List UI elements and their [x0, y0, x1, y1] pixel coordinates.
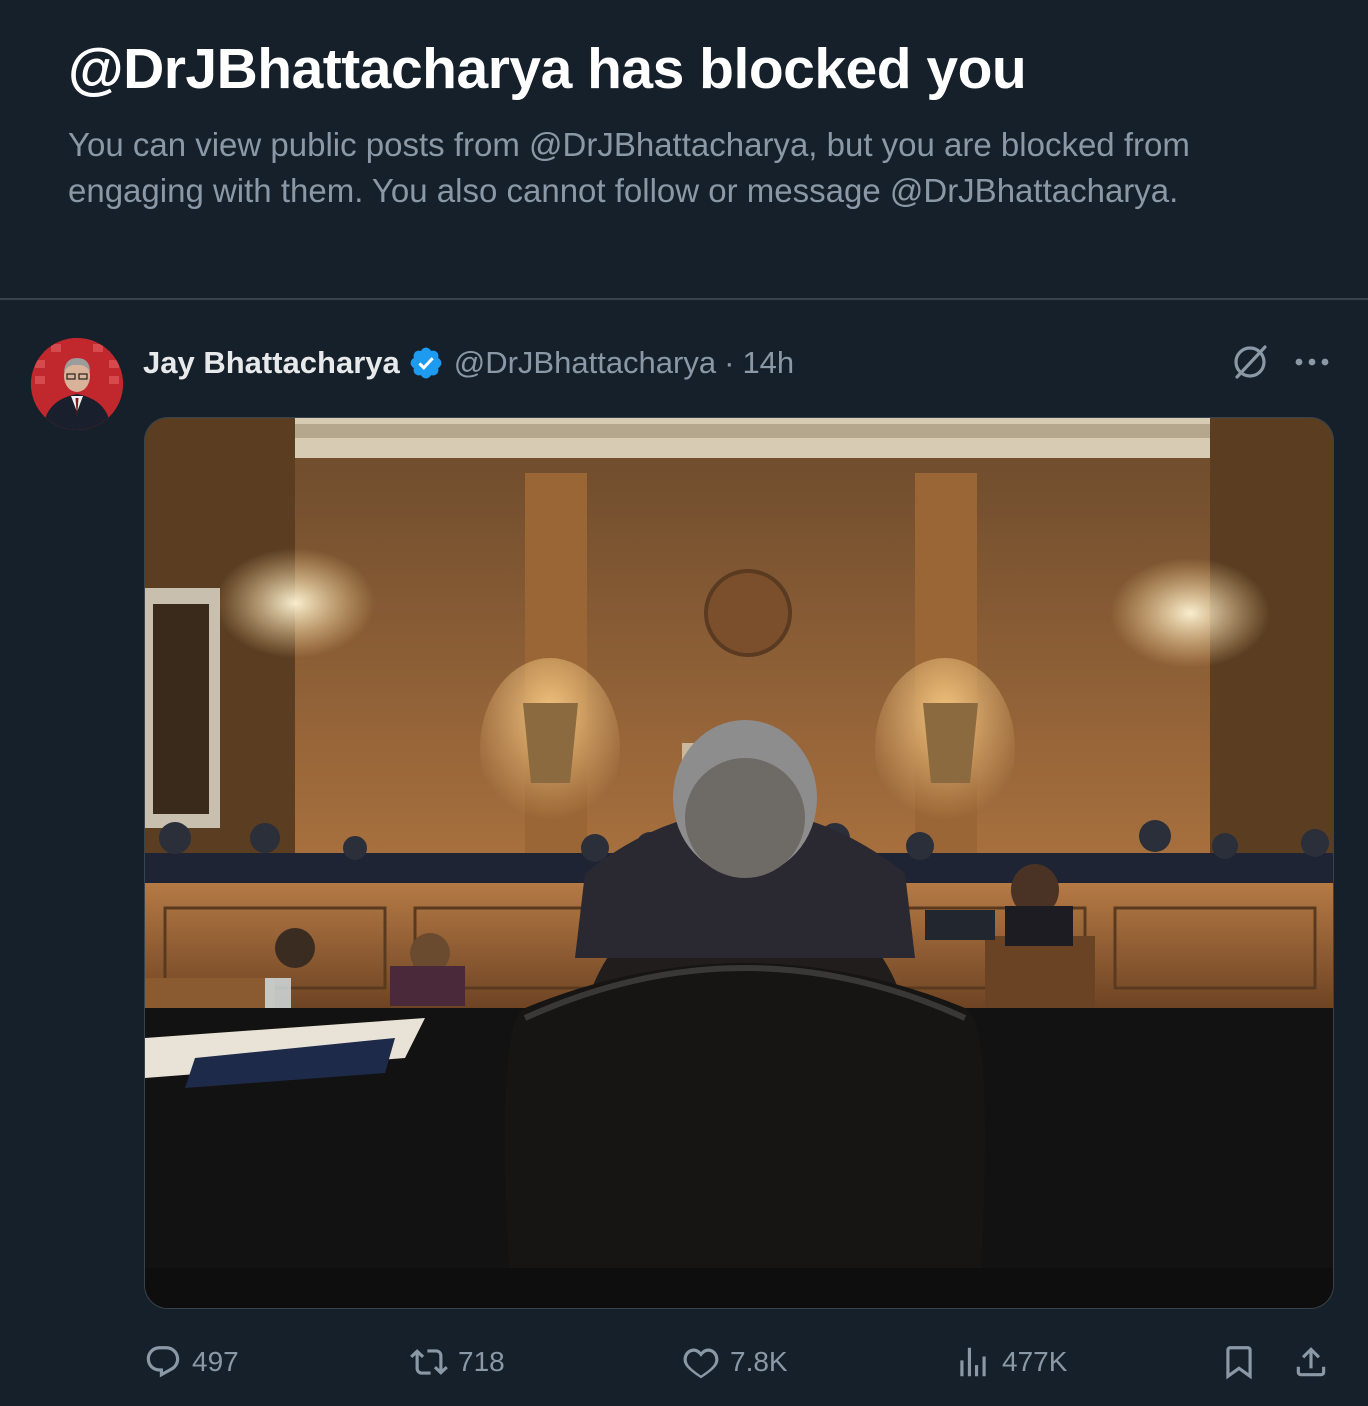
- verified-badge-icon: [410, 347, 442, 379]
- views-count: 477K: [1002, 1346, 1068, 1377]
- post-timestamp[interactable]: 14h: [742, 345, 794, 381]
- blocked-banner: @DrJBhattacharya has blocked you You can…: [68, 30, 1308, 214]
- grok-icon: [1234, 345, 1267, 379]
- like-count: 7.8K: [730, 1346, 788, 1377]
- repost-count: 718: [458, 1346, 505, 1377]
- separator-dot: ·: [724, 345, 735, 380]
- reply-icon: [146, 1346, 180, 1378]
- share-button[interactable]: [1292, 1340, 1330, 1384]
- bookmark-button[interactable]: [1220, 1340, 1258, 1384]
- like-icon: [683, 1348, 719, 1379]
- action-bar: 497 718 7.8K 477K: [0, 1340, 1368, 1384]
- author-name[interactable]: Jay Bhattacharya: [143, 345, 400, 381]
- bookmark-icon: [1226, 1346, 1252, 1380]
- grok-button[interactable]: [1226, 338, 1274, 386]
- views-button[interactable]: 477K: [954, 1340, 1067, 1384]
- blocked-title: @DrJBhattacharya has blocked you: [68, 37, 1027, 101]
- post[interactable]: Jay Bhattacharya @DrJBhattacharya · 14h: [0, 300, 1368, 1406]
- like-button[interactable]: 7.8K: [682, 1340, 788, 1384]
- more-icon: [1295, 358, 1329, 366]
- post-header: Jay Bhattacharya @DrJBhattacharya · 14h: [143, 340, 794, 386]
- share-icon: [1296, 1347, 1326, 1377]
- repost-icon: [410, 1349, 448, 1375]
- reply-count: 497: [192, 1346, 239, 1377]
- avatar[interactable]: [31, 338, 123, 430]
- more-button[interactable]: [1290, 340, 1334, 384]
- reply-button[interactable]: 497: [144, 1340, 239, 1384]
- views-icon: [960, 1347, 986, 1377]
- author-handle[interactable]: @DrJBhattacharya: [454, 345, 716, 381]
- blocked-description: You can view public posts from @DrJBhatt…: [68, 126, 1190, 209]
- hearing-room-photo: [145, 418, 1333, 1308]
- repost-button[interactable]: 718: [410, 1340, 505, 1384]
- post-image[interactable]: [144, 417, 1334, 1309]
